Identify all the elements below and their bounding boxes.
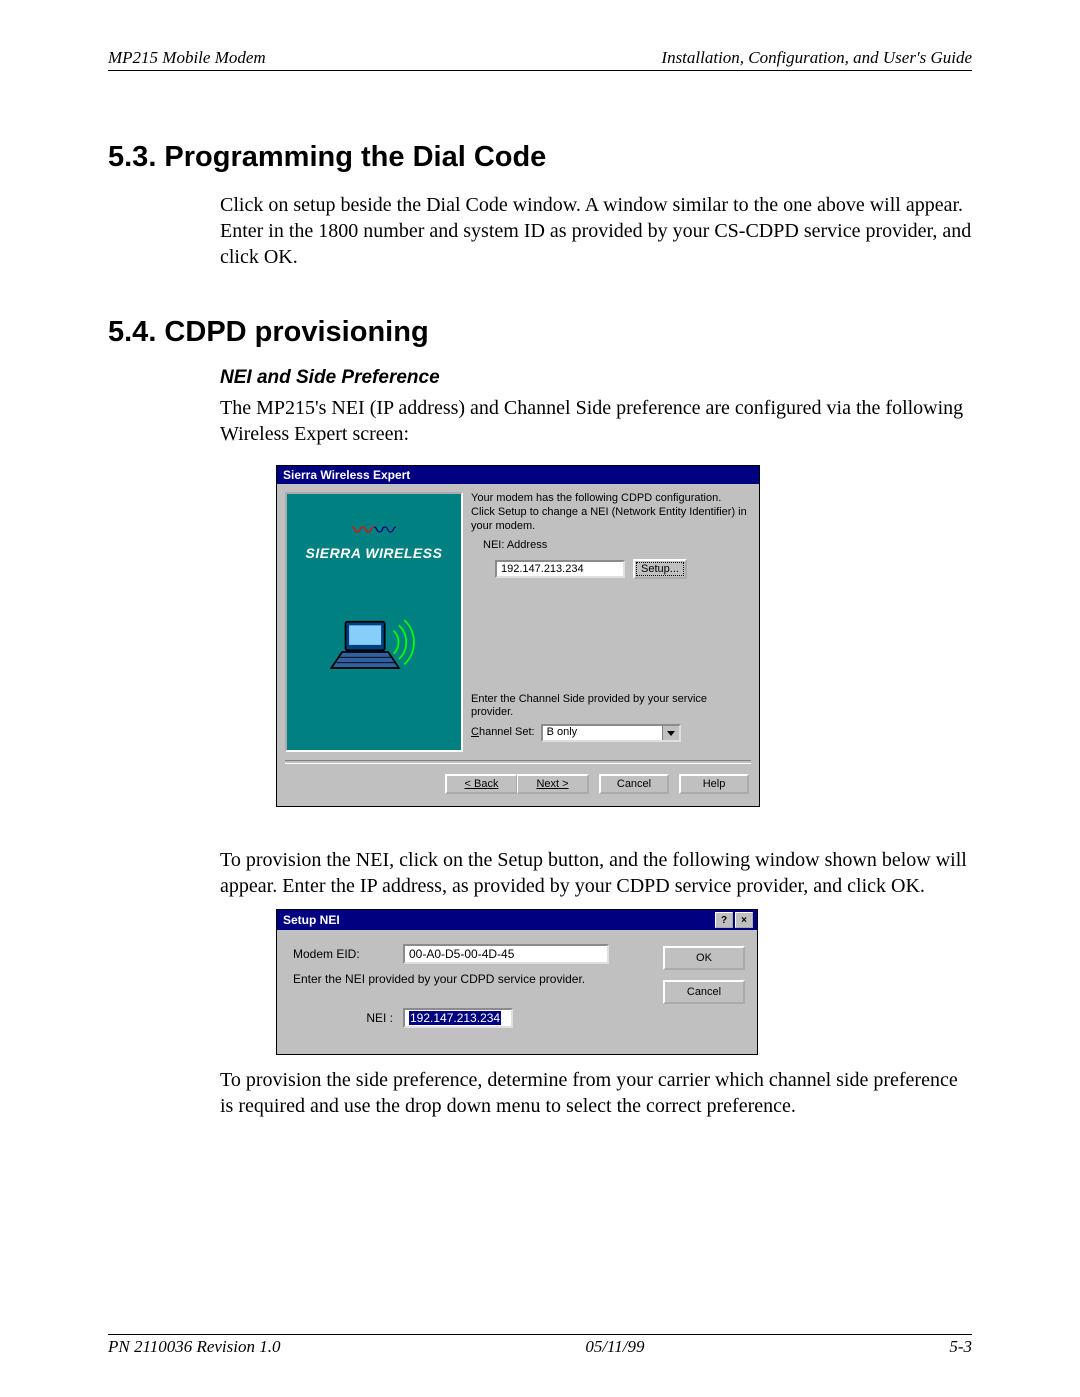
sierra-wireless-logo: 〰〰 SIERRA WIRELESS <box>287 524 461 561</box>
back-button[interactable]: < Back <box>445 774 517 794</box>
nei-input[interactable]: 192.147.213.234 <box>403 1008 513 1028</box>
ok-button[interactable]: OK <box>663 946 745 970</box>
dlg-cancel-button[interactable]: Cancel <box>663 980 745 1004</box>
context-help-icon[interactable]: ? <box>715 912 733 928</box>
dlg-titlebar: Setup NEI ? × <box>277 910 757 930</box>
close-icon[interactable]: × <box>735 912 753 928</box>
laptop-wireless-icon <box>329 604 419 684</box>
cancel-button[interactable]: Cancel <box>599 774 669 794</box>
channel-side-instruction: Enter the Channel Side provided by your … <box>471 693 747 721</box>
modem-eid-label: Modem EID: <box>293 947 393 961</box>
modem-eid-field[interactable] <box>403 944 609 964</box>
section-5-4-intro: The MP215's NEI (IP address) and Channel… <box>220 395 972 447</box>
footer-center: 05/11/99 <box>585 1337 644 1357</box>
section-5-3-body: Click on setup beside the Dial Code wind… <box>220 192 972 270</box>
wireless-expert-window: Sierra Wireless Expert 〰〰 SIERRA WIRELES… <box>276 465 760 807</box>
nei-side-pref-heading: NEI and Side Preference <box>220 367 972 389</box>
tail-paragraph: To provision the side preference, determ… <box>220 1067 972 1119</box>
dlg-hint: Enter the NEI provided by your CDPD serv… <box>293 972 655 986</box>
section-5-3-title: 5.3. Programming the Dial Code <box>108 141 972 174</box>
nei-label: NEI : <box>293 1011 393 1025</box>
header-right: Installation, Configuration, and User's … <box>661 48 972 68</box>
nei-value-selected: 192.147.213.234 <box>409 1011 501 1025</box>
setup-nei-dialog: Setup NEI ? × Modem EID: Enter the NEI p… <box>276 909 758 1055</box>
help-button[interactable]: Help <box>679 774 749 794</box>
mid-paragraph: To provision the NEI, click on the Setup… <box>220 847 972 899</box>
wizard-brand-panel: 〰〰 SIERRA WIRELESS <box>285 492 463 752</box>
wizard-nav: < Back Next > Cancel Help <box>277 764 759 806</box>
wizard-content: Your modem has the following CDPD config… <box>471 492 751 748</box>
wizard-titlebar: Sierra Wireless Expert <box>277 466 759 484</box>
footer-left: PN 2110036 Revision 1.0 <box>108 1337 281 1357</box>
channel-set-dropdown[interactable]: B only <box>541 724 681 742</box>
channel-set-label: Channel Set: <box>471 726 535 740</box>
section-5-4-title: 5.4. CDPD provisioning <box>108 316 972 349</box>
channel-set-value: B only <box>543 726 662 740</box>
footer-right: 5-3 <box>949 1337 972 1357</box>
header-left: MP215 Mobile Modem <box>108 48 266 68</box>
nei-address-field[interactable] <box>495 560 625 578</box>
dlg-title: Setup NEI <box>283 913 340 927</box>
wizard-instruction: Your modem has the following CDPD config… <box>471 492 747 533</box>
next-button[interactable]: Next > <box>517 774 589 794</box>
page-footer: PN 2110036 Revision 1.0 05/11/99 5-3 <box>108 1334 972 1357</box>
chevron-down-icon[interactable] <box>662 726 679 740</box>
page-header: MP215 Mobile Modem Installation, Configu… <box>108 48 972 71</box>
setup-button[interactable]: Setup... <box>633 559 687 579</box>
nei-address-label: NEI: Address <box>483 539 747 553</box>
